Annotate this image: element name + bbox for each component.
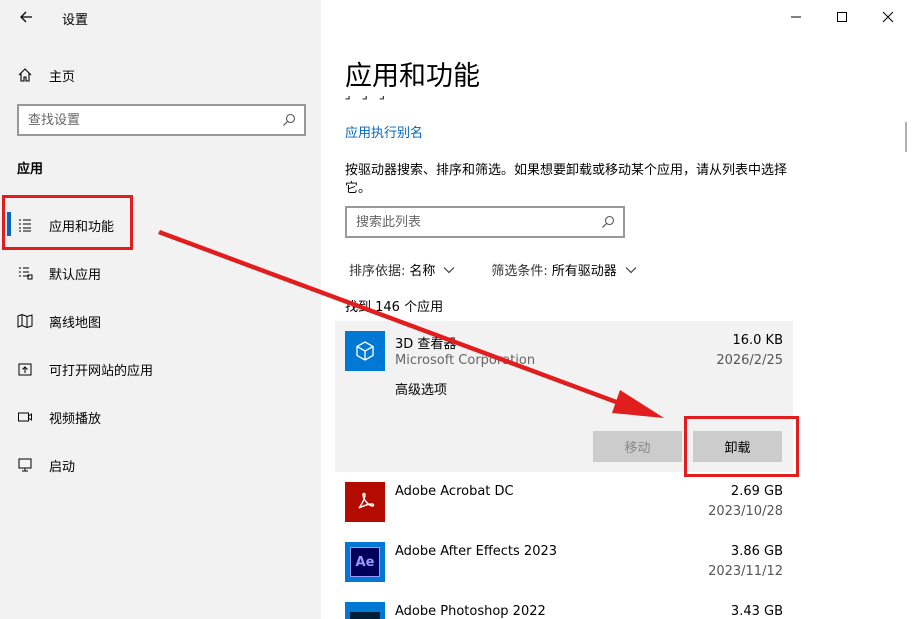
sidebar-item-startup[interactable]: 启动 <box>14 450 304 480</box>
3d-viewer-icon <box>345 331 385 371</box>
search-icon[interactable] <box>601 214 615 233</box>
sort-filter-row: 排序依据: 名称 筛选条件: 所有驱动器 <box>349 260 637 279</box>
sidebar-item-label: 默认应用 <box>49 267 102 283</box>
chevron-down-icon <box>444 266 455 273</box>
chevron-down-icon <box>625 266 637 273</box>
open-website-icon <box>14 358 36 380</box>
found-count: 找到 146 个应用 <box>345 300 444 315</box>
minimize-button[interactable] <box>773 0 819 34</box>
filter-value: 所有驱动器 <box>551 264 617 279</box>
photoshop-badge <box>350 612 380 619</box>
app-execution-alias-link[interactable]: 应用执行别名 <box>345 122 423 141</box>
move-button[interactable]: 移动 <box>593 431 682 462</box>
close-button[interactable] <box>865 0 911 34</box>
maximize-button[interactable] <box>819 0 865 34</box>
clipped-text-content: 」 」 」 <box>345 96 445 101</box>
video-icon <box>14 406 36 428</box>
highlight-box-uninstall <box>684 416 799 477</box>
minimize-icon <box>791 16 801 18</box>
sidebar-item-website-apps[interactable]: 可打开网站的应用 <box>14 354 304 384</box>
app-publisher: Microsoft Corporation <box>395 353 536 368</box>
sidebar-item-label: 启动 <box>49 459 76 475</box>
sidebar-item-label: 离线地图 <box>49 315 102 331</box>
settings-search <box>17 104 306 136</box>
app-item[interactable]: Adobe Photoshop 2022 3.43 GB <box>335 600 793 619</box>
section-title-apps: 应用 <box>17 162 44 177</box>
map-icon <box>14 310 36 332</box>
window-title: 设置 <box>62 13 89 28</box>
app-size: 2.69 GB <box>730 484 783 499</box>
main-content: 应用和功能 」 」 」 应用执行别名 按驱动器搜索、排序和筛选。如果想要卸载或移… <box>321 0 912 619</box>
advanced-options-link[interactable]: 高级选项 <box>395 379 447 398</box>
highlight-box-apps-features <box>2 195 133 250</box>
sidebar: 设置 主页 应用 应用和功能 默认应用 离线地图 <box>0 0 321 619</box>
sidebar-item-default-apps[interactable]: 默认应用 <box>14 258 304 288</box>
app-name: Adobe Acrobat DC <box>395 484 514 499</box>
app-date: 2023/11/12 <box>708 564 783 579</box>
back-arrow-icon <box>20 11 32 23</box>
after-effects-icon: Ae <box>345 542 385 582</box>
app-name: Adobe After Effects 2023 <box>395 544 558 559</box>
sidebar-item-offline-maps[interactable]: 离线地图 <box>14 306 304 336</box>
app-list-search-input[interactable] <box>347 214 587 230</box>
search-icon[interactable] <box>282 112 296 131</box>
description-text: 按驱动器搜索、排序和筛选。如果想要卸载或移动某个应用，请从列表中选择它。 <box>345 163 788 196</box>
app-list-search <box>345 206 625 238</box>
sort-dropdown[interactable]: 排序依据: 名称 <box>349 260 455 279</box>
close-icon <box>882 11 894 23</box>
after-effects-badge: Ae <box>350 547 380 577</box>
back-button[interactable] <box>14 4 38 30</box>
sidebar-item-label: 主页 <box>49 69 76 85</box>
photoshop-icon <box>345 602 385 619</box>
sort-label: 排序依据: <box>349 264 406 279</box>
default-apps-icon <box>14 262 36 284</box>
app-item[interactable]: Adobe Acrobat DC 2.69 GB 2023/10/28 <box>335 480 793 538</box>
app-item[interactable]: Ae Adobe After Effects 2023 3.86 GB 2023… <box>335 540 793 598</box>
filter-label: 筛选条件: <box>491 264 548 279</box>
sidebar-item-home[interactable]: 主页 <box>14 62 304 88</box>
clipped-text: 」 」 」 <box>345 96 445 101</box>
sidebar-item-label: 可打开网站的应用 <box>49 363 154 379</box>
page-title: 应用和功能 <box>345 61 480 92</box>
sort-value: 名称 <box>409 264 436 279</box>
acrobat-icon <box>345 482 385 522</box>
settings-search-input[interactable] <box>19 112 269 128</box>
home-icon <box>14 64 36 86</box>
app-size: 3.43 GB <box>730 604 783 619</box>
startup-icon <box>14 454 36 476</box>
app-name: Adobe Photoshop 2022 <box>395 604 546 619</box>
filter-dropdown[interactable]: 筛选条件: 所有驱动器 <box>491 260 637 279</box>
app-name: 3D 查看器 <box>395 337 457 352</box>
app-date: 2026/2/25 <box>716 353 783 368</box>
app-size: 3.86 GB <box>730 544 783 559</box>
sidebar-item-video-playback[interactable]: 视频播放 <box>14 402 304 432</box>
sidebar-item-label: 视频播放 <box>49 411 102 427</box>
app-date: 2023/10/28 <box>708 504 783 519</box>
scrollbar[interactable] <box>905 122 907 152</box>
app-size: 16.0 KB <box>732 333 783 348</box>
maximize-icon <box>837 12 847 22</box>
